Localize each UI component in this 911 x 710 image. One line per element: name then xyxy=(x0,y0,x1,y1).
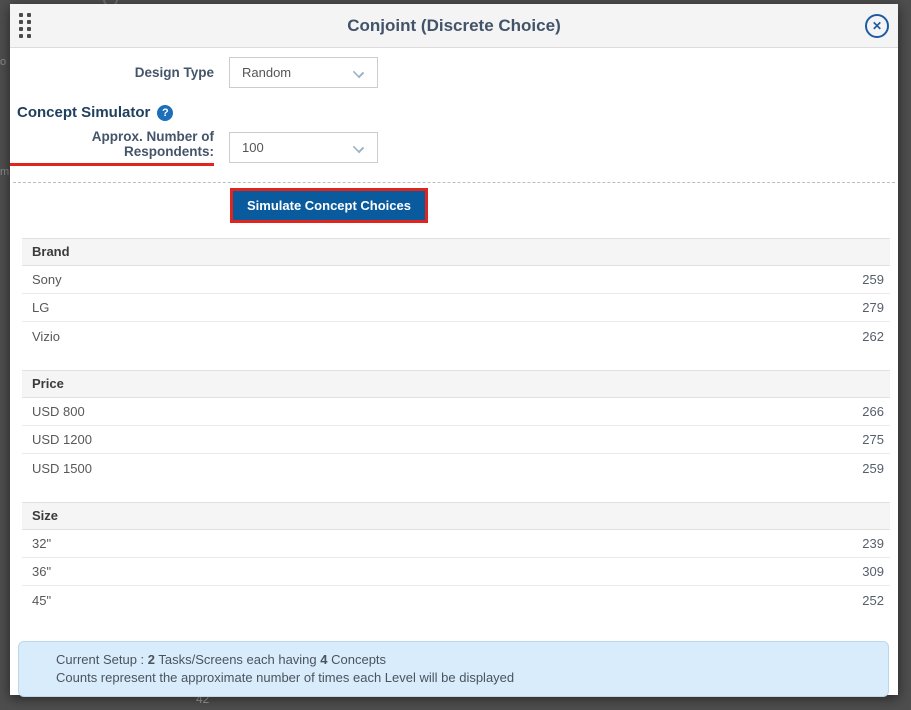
level-count: 309 xyxy=(862,564,884,579)
table-row: 45" 252 xyxy=(22,586,890,614)
level-label: Vizio xyxy=(32,329,60,344)
level-label: 32" xyxy=(32,536,51,551)
conjoint-dialog: Conjoint (Discrete Choice) ✕ Design Type… xyxy=(10,4,898,695)
simulate-concept-choices-button[interactable]: Simulate Concept Choices xyxy=(233,191,425,220)
level-count: 275 xyxy=(862,432,884,447)
table-header: Brand xyxy=(22,238,890,266)
design-type-value: Random xyxy=(242,65,291,80)
design-type-row: Design Type Random xyxy=(10,57,898,88)
table-header: Size xyxy=(22,502,890,530)
level-count-tables: Brand Sony 259 LG 279 Vizio 262 Price US… xyxy=(22,238,890,614)
table-row: USD 800 266 xyxy=(22,398,890,426)
level-label: USD 800 xyxy=(32,404,85,419)
concept-simulator-heading: Concept Simulator ? xyxy=(17,104,898,121)
background-artifact: o xyxy=(0,56,6,68)
respondents-label: Approx. Number of Respondents: xyxy=(10,129,214,166)
level-count: 252 xyxy=(862,593,884,608)
help-icon[interactable]: ? xyxy=(157,105,173,121)
respondents-value: 100 xyxy=(242,140,264,155)
level-label: 45" xyxy=(32,593,51,608)
current-setup-info-box: Current Setup : 2 Tasks/Screens each hav… xyxy=(18,641,889,697)
level-count: 239 xyxy=(862,536,884,551)
table-header: Price xyxy=(22,370,890,398)
brand-table: Brand Sony 259 LG 279 Vizio 262 xyxy=(22,238,890,350)
dialog-body: Design Type Random Concept Simulator ? A… xyxy=(10,57,898,697)
chevron-down-icon xyxy=(353,67,364,78)
level-label: USD 1200 xyxy=(32,432,92,447)
red-annotation-box: Simulate Concept Choices xyxy=(230,188,428,223)
level-count: 279 xyxy=(862,300,884,315)
dashed-divider xyxy=(13,182,895,183)
table-row: Sony 259 xyxy=(22,266,890,294)
table-row: LG 279 xyxy=(22,294,890,322)
background-artifact: m xyxy=(0,166,9,178)
table-row: USD 1200 275 xyxy=(22,426,890,454)
info-line-1: Current Setup : 2 Tasks/Screens each hav… xyxy=(56,651,878,669)
table-row: 36" 309 xyxy=(22,558,890,586)
respondents-select[interactable]: 100 xyxy=(229,132,378,163)
table-row: USD 1500 259 xyxy=(22,454,890,482)
table-row: Vizio 262 xyxy=(22,322,890,350)
level-label: 36" xyxy=(32,564,51,579)
size-table: Size 32" 239 36" 309 45" 252 xyxy=(22,502,890,614)
chevron-down-icon xyxy=(353,142,364,153)
concept-simulator-title: Concept Simulator xyxy=(17,104,150,121)
price-table: Price USD 800 266 USD 1200 275 USD 1500 … xyxy=(22,370,890,482)
level-count: 259 xyxy=(862,461,884,476)
level-count: 262 xyxy=(862,329,884,344)
level-count: 266 xyxy=(862,404,884,419)
design-type-label: Design Type xyxy=(10,65,214,80)
close-icon[interactable]: ✕ xyxy=(865,14,889,38)
simulate-button-row: Simulate Concept Choices xyxy=(10,188,898,223)
level-label: LG xyxy=(32,300,49,315)
level-label: Sony xyxy=(32,272,62,287)
dialog-title: Conjoint (Discrete Choice) xyxy=(10,16,898,36)
info-line-2: Counts represent the approximate number … xyxy=(56,669,878,687)
respondents-row: Approx. Number of Respondents: 100 xyxy=(10,129,898,166)
level-count: 259 xyxy=(862,272,884,287)
design-type-select[interactable]: Random xyxy=(229,57,378,88)
table-row: 32" 239 xyxy=(22,530,890,558)
dialog-header: Conjoint (Discrete Choice) ✕ xyxy=(10,4,898,48)
level-label: USD 1500 xyxy=(32,461,92,476)
